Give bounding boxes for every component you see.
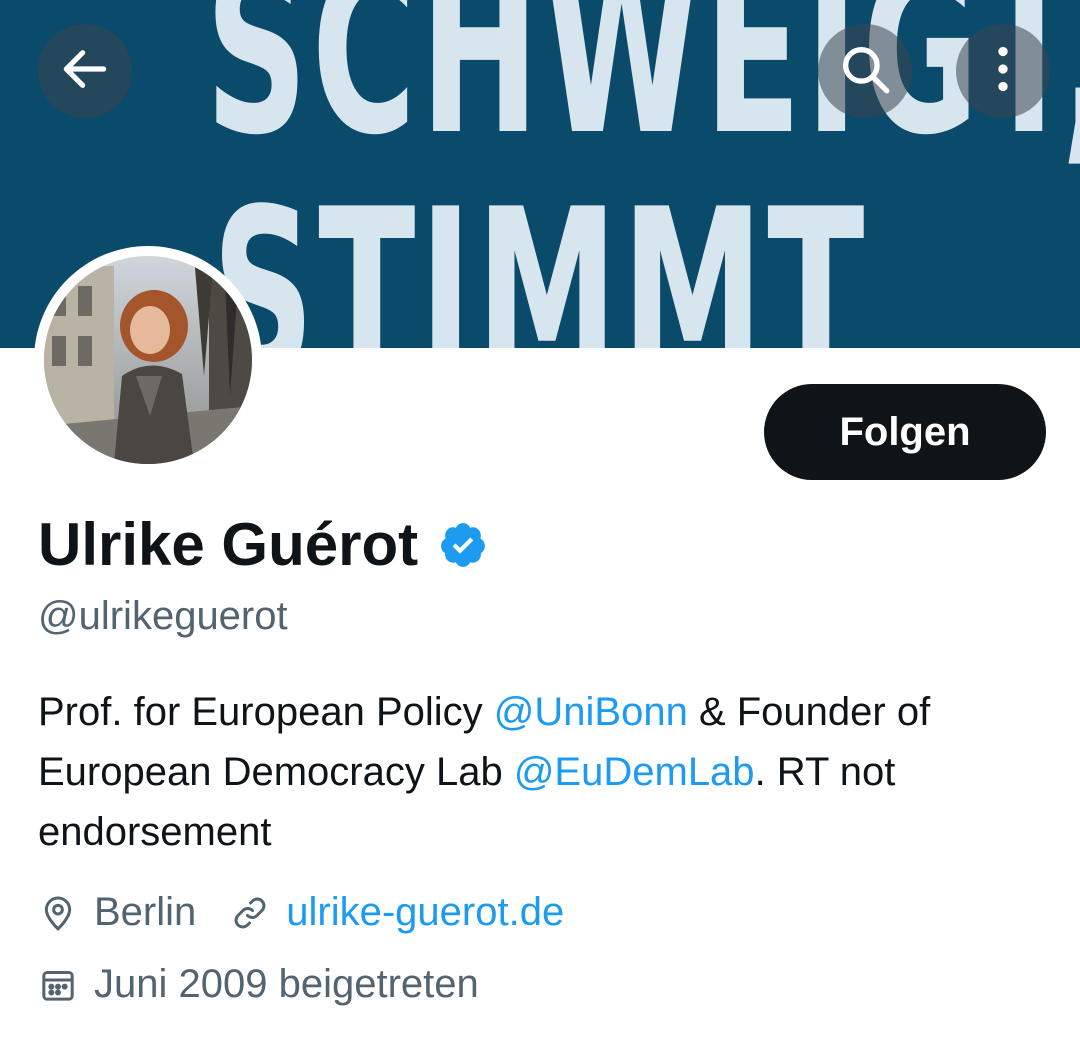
mention-unibonn-link[interactable]: @UniBonn: [494, 690, 688, 734]
avatar-photo: [44, 256, 252, 464]
location-text: Berlin: [94, 890, 197, 934]
search-icon: [836, 40, 894, 103]
display-name-text: Ulrike Guérot: [38, 511, 419, 578]
profile-meta-row: Berlin ulrike-guerot.de: [38, 890, 564, 935]
website-link[interactable]: ulrike-guerot.de: [286, 890, 564, 935]
avatar[interactable]: [34, 246, 262, 474]
display-name: Ulrike Guérot: [38, 510, 488, 579]
back-button[interactable]: [38, 24, 132, 118]
bio-text-1: Prof. for European Policy: [38, 690, 494, 734]
more-options-button[interactable]: [956, 24, 1050, 118]
join-date-row: Juni 2009 beigetreten: [38, 962, 479, 1007]
more-vertical-icon: [975, 41, 1031, 102]
user-handle: @ulrikeguerot: [38, 594, 288, 638]
profile-bio: Prof. for European Policy @UniBonn & Fou…: [38, 682, 1048, 862]
banner-text-line1: SCHWEIGT,: [205, 0, 1080, 186]
join-date-text: Juni 2009 beigetreten: [94, 962, 479, 1006]
banner-text-line2: STIMMT: [211, 161, 869, 349]
verified-badge-icon[interactable]: [438, 520, 488, 570]
arrow-left-icon: [57, 41, 113, 102]
location-icon: [38, 893, 78, 933]
mention-eudemlab-link[interactable]: @EuDemLab: [514, 750, 755, 794]
link-icon: [230, 893, 270, 933]
calendar-icon: [38, 965, 78, 1005]
follow-button[interactable]: Folgen: [764, 384, 1046, 480]
search-button[interactable]: [818, 24, 912, 118]
